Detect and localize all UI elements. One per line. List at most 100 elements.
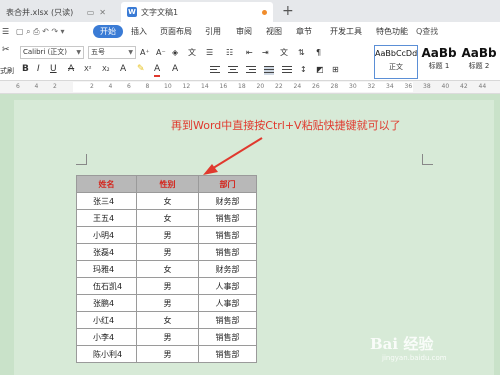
sort-icon[interactable]: ⇅ [298,47,305,58]
tab-document[interactable]: W 文字文稿1 [121,2,273,22]
monitor-icon[interactable]: ▭ [87,8,95,17]
cell-name[interactable]: 小李4 [76,328,137,346]
menu-page-layout[interactable]: 页面布局 [160,26,192,37]
cell-department[interactable]: 销售部 [198,209,257,227]
italic-icon[interactable]: I [37,64,40,75]
line-spacing-icon[interactable]: ↕ [300,64,307,75]
grow-font-icon[interactable]: A⁺ [140,47,150,58]
menu-review[interactable]: 审阅 [236,26,252,37]
cell-department[interactable]: 人事部 [198,277,257,295]
style-heading-2[interactable]: AaBb 标题 2 [458,45,500,77]
align-right-icon[interactable] [246,66,256,75]
new-tab-button[interactable]: + [282,3,294,19]
cell-gender[interactable]: 男 [136,294,199,312]
ruler-tick-label: 16 [219,83,228,90]
cell-department[interactable]: 销售部 [198,311,257,329]
cell-gender[interactable]: 男 [136,328,199,346]
cell-department[interactable]: 财务部 [198,260,257,278]
table-row[interactable]: 张三4 女财务部 [76,192,257,210]
cell-name[interactable]: 张鹏4 [76,294,137,312]
data-table[interactable]: 姓名 性别 部门 张三4 女财务部 王五4 女销售部 小明4 男销售部 张磊4 男销售部 玛雅4… [76,175,257,363]
cell-gender[interactable]: 女 [136,209,199,227]
table-row[interactable]: 张磊4 男销售部 [76,243,257,261]
cell-name[interactable]: 张三4 [76,192,137,210]
cell-gender[interactable]: 男 [136,226,199,244]
cell-gender[interactable]: 男 [136,345,199,363]
cell-gender[interactable]: 女 [136,192,199,210]
shrink-font-icon[interactable]: A⁻ [156,47,166,58]
ruler-tick-label: 30 [349,83,357,90]
close-icon[interactable]: ✕ [99,8,106,17]
table-row[interactable]: 小红4 女销售部 [76,311,257,329]
outdent-icon[interactable]: ⇤ [246,47,253,58]
cell-department[interactable]: 销售部 [198,328,257,346]
cell-department[interactable]: 销售部 [198,243,257,261]
indent-icon[interactable]: ⇥ [262,47,269,58]
distribute-icon[interactable] [282,66,292,75]
highlight-icon[interactable]: ✎ [137,64,145,75]
cell-department[interactable]: 销售部 [198,345,257,363]
strikethrough-icon[interactable]: A [68,64,74,75]
table-row[interactable]: 伍石凯4 男人事部 [76,277,257,295]
horizontal-ruler[interactable]: 6 4 2 2 4 6 8 10 12 14 16 18 20 22 24 26 28 30 32 34 36 38 40 4… [0,81,500,94]
table-row[interactable]: 小明4 男销售部 [76,226,257,244]
cell-name[interactable]: 小明4 [76,226,137,244]
table-header-row: 姓名 性别 部门 [76,175,257,193]
cell-name[interactable]: 伍石凯4 [76,277,137,295]
menu-start[interactable]: 开始 [93,25,123,38]
justify-icon[interactable] [264,66,274,75]
style-normal[interactable]: AaBbCcDd 正文 [374,45,418,79]
cell-gender[interactable]: 男 [136,277,199,295]
menu-icon[interactable]: ☰ [2,26,9,37]
menu-references[interactable]: 引用 [205,26,221,37]
font-color-icon[interactable]: A [154,64,161,77]
table-row[interactable]: 玛雅4 女财务部 [76,260,257,278]
table-row[interactable]: 张鹏4 男人事部 [76,294,257,312]
tab-spreadsheet[interactable]: 表合并.xlsx (只读) ▭ ✕ [0,2,112,22]
chinese-layout-icon[interactable]: 文 [280,47,288,58]
menu-sections[interactable]: 章节 [296,26,312,37]
cell-department[interactable]: 人事部 [198,294,257,312]
cell-name[interactable]: 张磊4 [76,243,137,261]
cell-department[interactable]: 财务部 [198,192,257,210]
bullets-icon[interactable]: ☰ [206,47,213,58]
cell-name[interactable]: 陈小利4 [76,345,137,363]
subscript-icon[interactable]: X₂ [102,64,110,75]
bold-icon[interactable]: B [22,64,29,75]
text-effect-icon[interactable]: A [120,64,126,75]
font-name-select[interactable]: Calibri (正文) ▼ [20,46,84,59]
phonetic-icon[interactable]: 文 [188,47,196,58]
search-button[interactable]: Q查找 [416,26,438,37]
align-left-icon[interactable] [210,66,220,75]
table-row[interactable]: 陈小利4 男销售部 [76,345,257,363]
shading-icon[interactable]: ◩ [316,64,324,75]
show-marks-icon[interactable]: ¶ [316,47,321,58]
char-border-icon[interactable]: A [172,64,178,75]
style-heading-1[interactable]: AaBb 标题 1 [418,45,460,77]
font-size-select[interactable]: 五号 ▼ [88,46,136,59]
style-name: 标题 2 [468,62,490,70]
cell-gender[interactable]: 女 [136,311,199,329]
paste-icon[interactable]: ✂ [2,45,10,56]
menu-view[interactable]: 视图 [266,26,282,37]
align-center-icon[interactable] [228,66,238,75]
borders-icon[interactable]: ⊞ [332,64,339,75]
menu-developer[interactable]: 开发工具 [330,26,362,37]
table-row[interactable]: 小李4 男销售部 [76,328,257,346]
superscript-icon[interactable]: X² [84,64,92,75]
cell-name[interactable]: 小红4 [76,311,137,329]
format-painter-label[interactable]: 式刷 [0,66,14,76]
table-row[interactable]: 王五4 女销售部 [76,209,257,227]
cell-department[interactable]: 销售部 [198,226,257,244]
cell-name[interactable]: 王五4 [76,209,137,227]
cell-name[interactable]: 玛雅4 [76,260,137,278]
cell-gender[interactable]: 女 [136,260,199,278]
cell-gender[interactable]: 男 [136,243,199,261]
toolbar-mini-icons[interactable]: ▢ ⌕ ⎙ ↶ ↷ ▾ [16,26,65,37]
ruler-tick-label: 22 [275,83,283,90]
numbering-icon[interactable]: ☷ [226,47,233,58]
clear-format-icon[interactable]: ◈ [172,47,178,58]
underline-icon[interactable]: U [50,64,57,75]
menu-features[interactable]: 特色功能 [376,26,408,37]
menu-insert[interactable]: 插入 [131,26,147,37]
